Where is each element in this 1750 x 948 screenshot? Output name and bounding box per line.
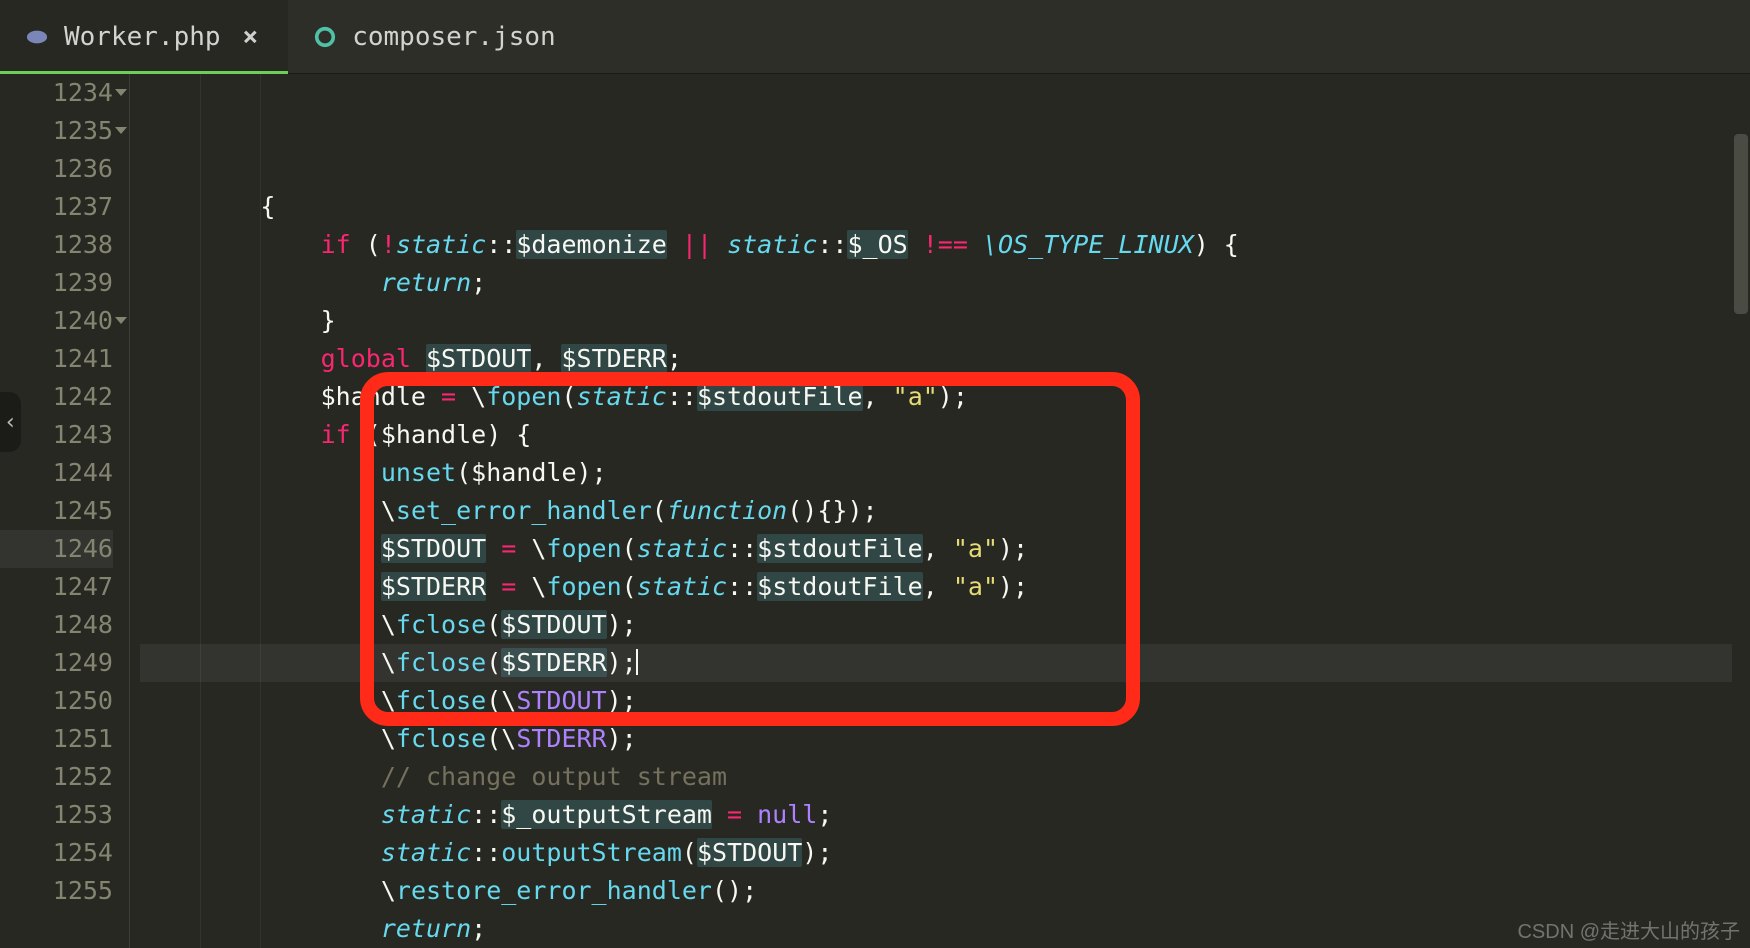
tab-label: composer.json (352, 22, 556, 52)
code-line[interactable]: } (140, 302, 1750, 340)
code-line[interactable]: { (140, 188, 1750, 226)
line-number[interactable]: 1235 (0, 112, 113, 150)
code-line[interactable]: $handle = \fopen(static::$stdoutFile, "a… (140, 378, 1750, 416)
code-line[interactable]: if ($handle) { (140, 416, 1750, 454)
code-line[interactable]: $STDERR = \fopen(static::$stdoutFile, "a… (140, 568, 1750, 606)
var-stdout: $STDOUT (426, 344, 531, 373)
code-line[interactable]: static::$_outputStream = null; (140, 796, 1750, 834)
line-number[interactable]: 1239 (0, 264, 113, 302)
line-number-gutter[interactable]: 1234123512361237123812391240124112421243… (0, 74, 130, 948)
watermark: CSDN @走进大山的孩子 (1517, 915, 1740, 944)
line-number[interactable]: 1241 (0, 340, 113, 378)
tab-bar: Worker.php × composer.json (0, 0, 1750, 74)
var-stderr: $STDERR (561, 344, 666, 373)
var-output-stream: $_outputStream (501, 800, 712, 829)
line-number[interactable]: 1248 (0, 606, 113, 644)
line-number[interactable]: 1249 (0, 644, 113, 682)
code-line[interactable]: \set_error_handler(function(){}); (140, 492, 1750, 530)
php-icon (26, 26, 48, 48)
line-number[interactable]: 1237 (0, 188, 113, 226)
code-line[interactable]: global $STDOUT, $STDERR; (140, 340, 1750, 378)
line-number[interactable]: 1251 (0, 720, 113, 758)
code-line[interactable]: \restore_error_handler(); (140, 872, 1750, 910)
code-line[interactable]: \fclose(\STDERR); (140, 720, 1750, 758)
tab-worker-php[interactable]: Worker.php × (0, 0, 288, 73)
code-line[interactable]: \fclose($STDERR); (140, 644, 1750, 682)
code-line[interactable]: return; (140, 264, 1750, 302)
json-icon (314, 26, 336, 48)
line-number[interactable]: 1240 (0, 302, 113, 340)
vertical-scrollbar[interactable] (1732, 74, 1750, 948)
code-line[interactable]: static::outputStream($STDOUT); (140, 834, 1750, 872)
line-number[interactable]: 1245 (0, 492, 113, 530)
code-line[interactable]: if (!static::$daemonize || static::$_OS … (140, 226, 1750, 264)
line-number[interactable]: 1238 (0, 226, 113, 264)
code-line[interactable]: $STDOUT = \fopen(static::$stdoutFile, "a… (140, 530, 1750, 568)
text-cursor (636, 649, 638, 675)
code-line[interactable]: // change output stream (140, 758, 1750, 796)
code-line[interactable]: \fclose(\STDOUT); (140, 682, 1750, 720)
code-editor[interactable]: 1234123512361237123812391240124112421243… (0, 74, 1750, 948)
line-number[interactable]: 1254 (0, 834, 113, 872)
line-number[interactable]: 1244 (0, 454, 113, 492)
code-line[interactable]: return; (140, 910, 1750, 948)
line-number[interactable]: 1247 (0, 568, 113, 606)
tab-label: Worker.php (64, 22, 221, 52)
scrollbar-thumb[interactable] (1734, 134, 1748, 314)
code-line[interactable]: \fclose($STDOUT); (140, 606, 1750, 644)
const-os-type-linux: \OS_TYPE_LINUX (983, 230, 1194, 259)
line-number[interactable]: 1246 (0, 530, 113, 568)
sidebar-toggle[interactable]: ‹ (0, 392, 21, 452)
line-number[interactable]: 1236 (0, 150, 113, 188)
var-stdoutfile: $stdoutFile (697, 382, 863, 411)
line-number[interactable]: 1255 (0, 872, 113, 910)
line-number[interactable]: 1250 (0, 682, 113, 720)
var-os: $_OS (847, 230, 907, 259)
chevron-left-icon: ‹ (4, 410, 17, 435)
tab-composer-json[interactable]: composer.json (288, 0, 586, 73)
line-number[interactable]: 1253 (0, 796, 113, 834)
line-number[interactable]: 1252 (0, 758, 113, 796)
line-number[interactable]: 1234 (0, 74, 113, 112)
code-area[interactable]: { if (!static::$daemonize || static::$_O… (130, 74, 1750, 948)
close-icon[interactable]: × (243, 24, 259, 50)
var-daemonize: $daemonize (516, 230, 667, 259)
code-line[interactable]: unset($handle); (140, 454, 1750, 492)
